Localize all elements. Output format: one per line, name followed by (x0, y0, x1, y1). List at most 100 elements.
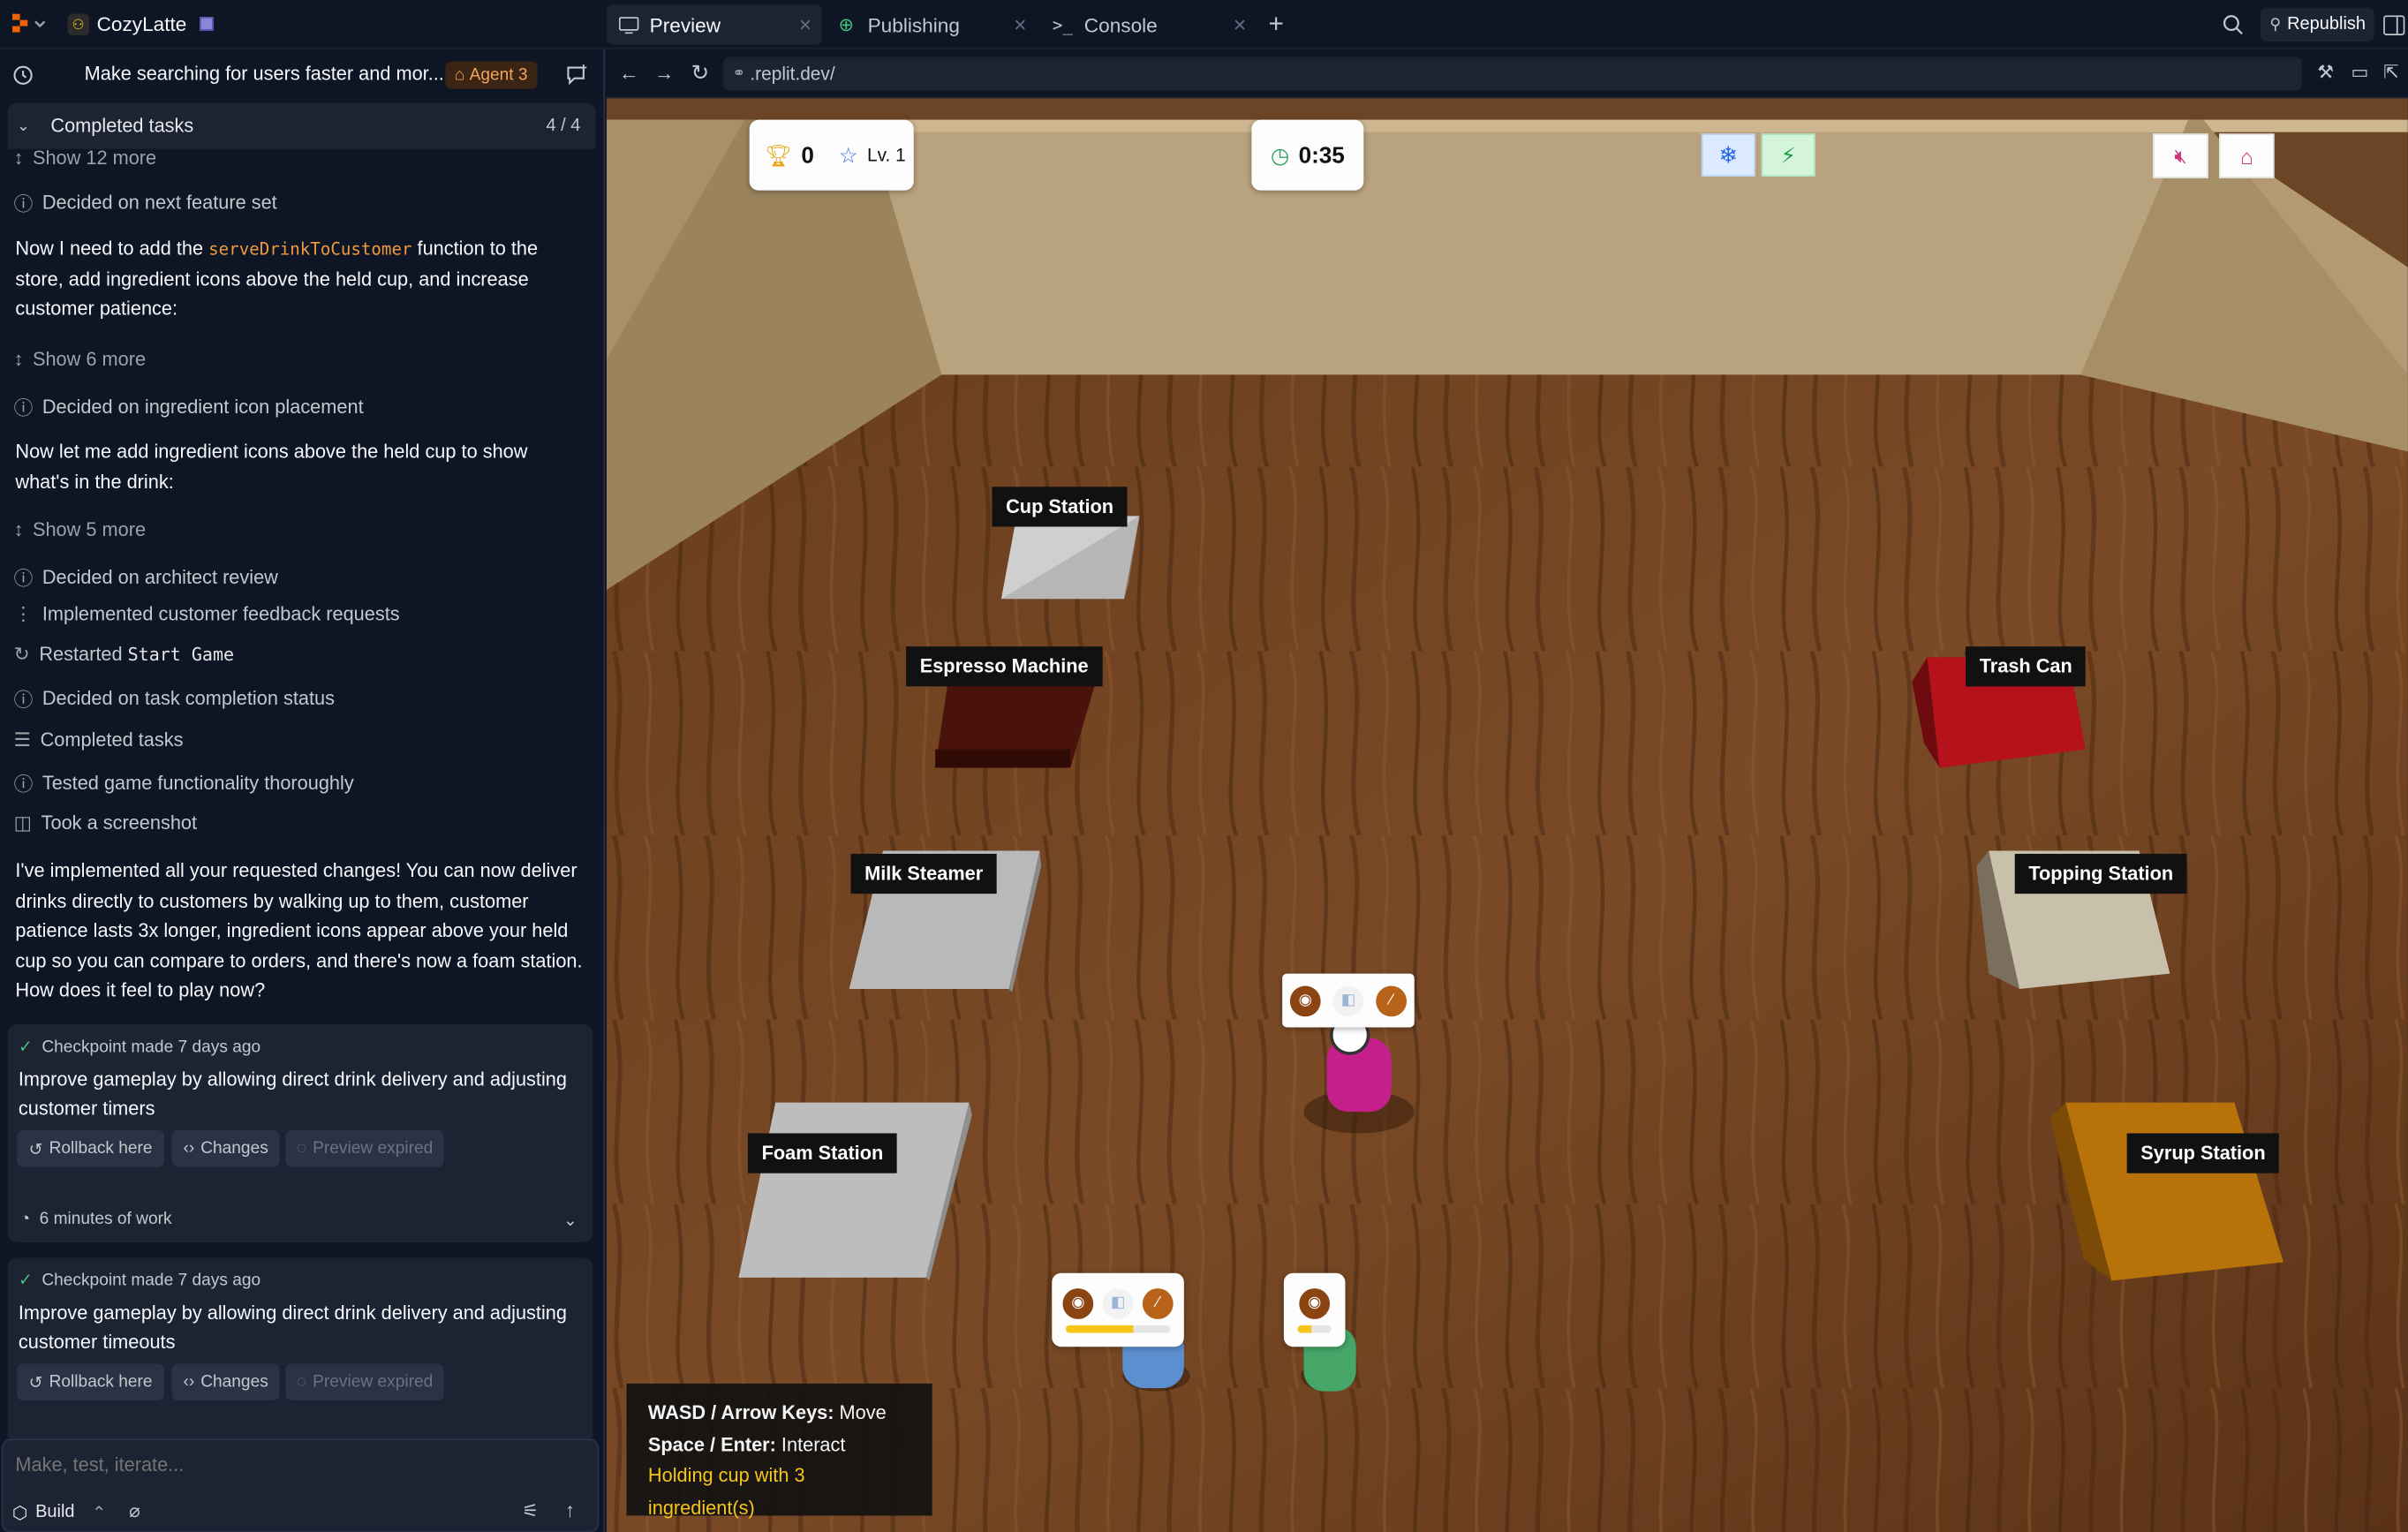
message-text: Now I need to add the (15, 238, 209, 260)
close-icon[interactable]: ✕ (1013, 15, 1027, 34)
sidebar-toggle-icon[interactable] (2383, 14, 2405, 35)
camera-icon: ◫ (13, 811, 33, 834)
interact-action: Interact (775, 1433, 846, 1455)
settings-sliders-icon[interactable]: ⚟ (522, 1500, 539, 1521)
back-icon[interactable]: ← (619, 62, 639, 85)
agent-badge-label: Agent 3 (469, 65, 528, 85)
decision-icon: ⓘ (13, 774, 34, 796)
tab-preview[interactable]: Preview ✕ (606, 4, 822, 45)
holding-status: Holding cup with 3 ingredient(s) (647, 1465, 805, 1519)
new-tab-icon[interactable]: + (1263, 9, 1290, 38)
chat-input-box[interactable]: ⬡ Build ⌃ ⌀ ⚟ ↑ (1, 1438, 600, 1532)
milk-icon: ◧ (1332, 985, 1364, 1016)
activity-item[interactable]: ⓘ Tested game functionality thoroughly (14, 768, 354, 797)
tab-publishing[interactable]: ⊕ Publishing ✕ (825, 4, 1037, 44)
monitor-icon (615, 16, 640, 34)
forward-icon[interactable]: → (654, 62, 675, 85)
snowflake-icon[interactable]: ❄ (1701, 133, 1755, 177)
tab-publishing-label: Publishing (867, 12, 960, 36)
activity-item[interactable]: ◫ Took a screenshot (14, 811, 197, 834)
mute-icon[interactable]: 🔇︎ (2153, 133, 2208, 178)
history-icon[interactable] (11, 63, 35, 87)
activity-item[interactable]: ⓘ Decided on ingredient icon placement (14, 391, 364, 420)
work-summary-row[interactable]: ◔ 6 minutes of work ⌄ (7, 1196, 593, 1242)
devices-icon[interactable]: ▭ (2351, 62, 2369, 83)
changes-button[interactable]: ‹› Changes (171, 1129, 280, 1167)
refresh-icon[interactable]: ↻ (691, 60, 709, 87)
rollback-button[interactable]: ↺ Rollback here (17, 1129, 165, 1167)
checkpoint-card: ✓ Checkpoint made 7 days ago Improve game… (7, 1257, 593, 1458)
spinner-icon: ◌ (296, 1372, 307, 1392)
activity-item[interactable]: ⋮ Implemented customer feedback requests (14, 602, 400, 625)
customer-order-bubble: ◉ (1283, 1272, 1346, 1347)
show-more-row[interactable]: ↕ Show 6 more (14, 349, 146, 370)
republish-button[interactable]: ⚲ Republish (2260, 7, 2374, 42)
changes-button[interactable]: ‹› Changes (171, 1363, 280, 1401)
checkpoint-time: Checkpoint made 7 days ago (42, 1037, 261, 1056)
move-key: WASD / Arrow Keys: (647, 1401, 834, 1424)
move-hint: WASD / Arrow Keys: Move (648, 1398, 910, 1430)
show-more-row[interactable]: ↕ Show 12 more (14, 147, 156, 169)
send-arrow-icon[interactable]: ↑ (565, 1498, 575, 1521)
work-label: 6 minutes of work (39, 1210, 172, 1229)
espresso-bean-icon: ◉ (1299, 1287, 1331, 1319)
gauge-icon: ◔ (19, 1210, 31, 1229)
score-value: 0 (801, 141, 814, 169)
build-mode-button[interactable]: ⬡ Build ⌃ (12, 1498, 107, 1528)
search-icon[interactable] (2221, 12, 2246, 37)
chevron-down-icon: ⌄ (17, 117, 30, 135)
kitchen-scene (606, 119, 2408, 1532)
interact-hint: Space / Enter: Interact (648, 1429, 910, 1460)
check-circle-icon: ✓ (18, 1038, 33, 1057)
show-more-row[interactable]: ↕ Show 5 more (14, 519, 146, 540)
star-icon: ☆ (838, 141, 858, 167)
activity-label: Tested game functionality thoroughly (42, 771, 354, 794)
expand-icon: ↕ (13, 518, 24, 541)
spinner-icon: ◌ (296, 1139, 307, 1158)
close-icon[interactable]: ✕ (798, 15, 812, 34)
activity-item[interactable]: ⓘ Decided on architect review (14, 562, 278, 592)
timer-panel: ◷ 0:35 (1251, 119, 1364, 191)
activity-label: Decided on architect review (42, 565, 278, 588)
rollback-label: Rollback here (49, 1372, 153, 1392)
devtools-icon[interactable]: ⚒ (2317, 62, 2334, 83)
activity-item[interactable]: ↻ Restarted Start Game (14, 642, 234, 665)
activity-item[interactable]: ⓘ Decided on task completion status (14, 683, 335, 713)
game-preview[interactable]: Cup Station Espresso Machine Trash Can M… (606, 98, 2408, 1532)
syrup-icon: ⁄ (1142, 1287, 1174, 1319)
url-bar[interactable]: ⚭ .replit.dev/ (723, 57, 2302, 91)
open-external-icon[interactable]: ⇱ (2383, 62, 2398, 83)
chat-input[interactable] (15, 1451, 569, 1479)
activity-label: Completed tasks (40, 728, 184, 751)
activity-item[interactable]: ⓘ Decided on next feature set (14, 187, 277, 216)
syrup-station-label: Syrup Station (2126, 1133, 2280, 1174)
milk-steamer-label: Milk Steamer (850, 853, 997, 894)
home-icon[interactable]: ⌂ (2218, 133, 2275, 178)
link-icon: ⚭ (732, 64, 746, 83)
check-circle-icon: ✓ (18, 1271, 33, 1290)
code-icon: ‹› (183, 1139, 195, 1158)
magic-wand-icon[interactable]: ⚡︎ (1761, 133, 1815, 177)
trash-can-label: Trash Can (1966, 646, 2087, 687)
rollback-button[interactable]: ↺ Rollback here (17, 1363, 165, 1401)
attach-icon[interactable]: ⌀ (129, 1500, 140, 1521)
agent-chat-panel: Make searching for users faster and mor.… (0, 49, 606, 1532)
espresso-bean-icon: ◉ (1062, 1287, 1094, 1319)
tab-console-label: Console (1083, 12, 1158, 36)
agent-badge: ⌂ Agent 3 (445, 61, 537, 89)
tab-console[interactable]: >_ Console ✕ (1041, 4, 1256, 44)
replit-menu-icon[interactable] (11, 13, 46, 35)
agent-icon: ⌂ (454, 65, 465, 85)
close-icon[interactable]: ✕ (1233, 15, 1247, 34)
activity-label: Implemented customer feedback requests (42, 602, 400, 624)
activity-item[interactable]: ☰ Completed tasks (14, 728, 184, 751)
activity-label: Restarted (39, 642, 128, 665)
pin-icon: ⚲ (2269, 16, 2282, 34)
app-name[interactable]: CozyLatte (97, 12, 187, 35)
espresso-bean-icon: ◉ (1289, 985, 1321, 1016)
new-chat-icon[interactable] (565, 63, 590, 87)
inline-code: serveDrinkToCustomer (208, 239, 412, 260)
browser-toolbar: ← → ↻ ⚭ .replit.dev/ ⚒ ▭ ⇱ (606, 49, 2408, 99)
inline-code: Start Game (127, 642, 235, 665)
completed-tasks-header[interactable]: ⌄ Completed tasks 4 / 4 (7, 102, 596, 149)
